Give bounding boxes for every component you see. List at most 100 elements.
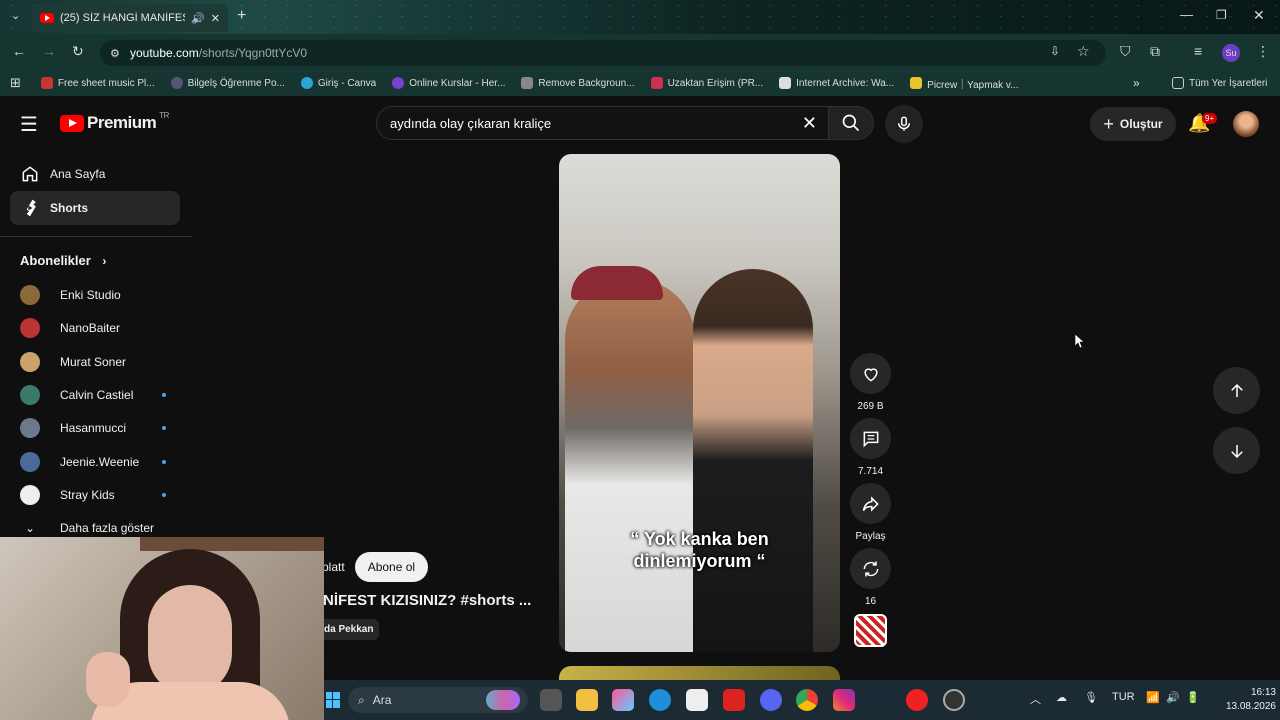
next-short-button[interactable] — [1213, 427, 1260, 474]
subscription-name: Hasanmucci — [60, 421, 127, 436]
short-channel-row: platt Abone ol — [322, 552, 429, 582]
lingo-app-icon[interactable] — [723, 689, 745, 711]
bookmark-item[interactable]: Picrew｜Yapmak v... — [910, 76, 1018, 91]
clear-search-icon[interactable]: ✕ — [802, 113, 817, 134]
sidebar-item-shorts[interactable]: Shorts — [10, 191, 180, 225]
channel-avatar — [20, 351, 40, 372]
bookmark-item[interactable]: Online Kurslar - Her... — [392, 77, 505, 89]
comment-action[interactable]: 7.714 — [850, 418, 891, 477]
sound-chip[interactable]: da Pekkan — [318, 619, 380, 640]
site-info-icon[interactable]: ⚙ — [110, 47, 120, 60]
extensions-puzzle-icon[interactable]: ⧉ — [1150, 43, 1160, 60]
steam-icon[interactable] — [870, 689, 892, 711]
like-action[interactable]: 269 B — [850, 353, 891, 412]
apps-grid-icon[interactable]: ⊞ — [10, 75, 21, 91]
onedrive-icon[interactable]: ☁ — [1056, 691, 1067, 704]
subscription-item[interactable]: Hasanmucci — [20, 415, 170, 441]
channel-name[interactable]: platt — [322, 560, 345, 574]
channel-avatar — [20, 484, 40, 505]
obs-icon[interactable] — [943, 689, 965, 711]
subscribe-button[interactable]: Abone ol — [354, 552, 429, 582]
copilot-icon[interactable] — [612, 689, 634, 711]
reload-icon[interactable]: ↻ — [72, 43, 84, 60]
wifi-icon[interactable]: 📶 — [1146, 691, 1160, 704]
profile-avatar[interactable]: Su — [1222, 44, 1240, 62]
share-action[interactable]: Paylaş — [850, 483, 891, 542]
taskbar-search[interactable]: ⌕ Ara — [348, 687, 528, 713]
create-button[interactable]: + Oluştur — [1090, 107, 1176, 141]
remix-action[interactable]: 16 — [850, 548, 891, 607]
taskbar-clock[interactable]: 16:13 13.08.2026 — [1216, 686, 1276, 714]
youtube-music-icon[interactable] — [906, 689, 928, 711]
edge-icon[interactable] — [649, 689, 671, 711]
bookmark-item[interactable]: Remove Backgroun... — [521, 77, 635, 89]
remix-button[interactable] — [850, 548, 891, 589]
hamburger-menu-icon[interactable]: ☰ — [20, 112, 38, 137]
account-avatar[interactable] — [1233, 111, 1259, 137]
back-icon[interactable]: ← — [12, 43, 26, 59]
store-icon[interactable] — [686, 689, 708, 711]
subscription-item[interactable]: Murat Soner — [20, 349, 170, 375]
install-app-icon[interactable]: ⇩ — [1050, 44, 1060, 58]
subscription-item[interactable]: NanoBaiter — [20, 315, 170, 341]
bookmark-item[interactable]: Bilgelş Öğrenme Po... — [170, 77, 285, 89]
bookmark-item[interactable]: Giriş - Canva — [300, 77, 376, 89]
search-input[interactable]: aydında olay çıkaran kraliçe ✕ — [376, 106, 830, 140]
speaker-icon[interactable]: 🔊 — [191, 12, 205, 25]
chrome-icon[interactable] — [796, 689, 818, 711]
bookmark-star-icon[interactable]: ☆ — [1077, 43, 1090, 60]
tab-search-chevron-icon[interactable]: ⌄ — [11, 9, 20, 22]
voice-search-button[interactable] — [885, 105, 923, 143]
previous-short-button[interactable] — [1213, 367, 1260, 414]
share-button[interactable] — [850, 483, 891, 524]
bookmark-item[interactable]: Internet Archive: Wa... — [779, 77, 894, 89]
discord-icon[interactable] — [760, 689, 782, 711]
instagram-icon[interactable] — [833, 689, 855, 711]
sound-thumbnail[interactable] — [854, 614, 887, 647]
close-tab-icon[interactable]: ✕ — [211, 12, 220, 25]
browser-tab-active[interactable]: (25) SİZ HANGİ MANİFEST 🔊 ✕ — [32, 4, 228, 32]
minimize-icon[interactable]: — — [1180, 7, 1193, 22]
archive-icon — [779, 77, 792, 89]
file-explorer-icon[interactable] — [576, 689, 598, 711]
subscription-item[interactable]: Stray Kids — [20, 482, 170, 508]
new-content-dot — [162, 459, 166, 464]
battery-icon[interactable]: 🔋 — [1186, 691, 1200, 704]
subscription-item[interactable]: Calvin Castiel — [20, 382, 170, 408]
subscription-item[interactable]: Enki Studio — [20, 282, 170, 308]
close-window-icon[interactable]: ✕ — [1253, 7, 1265, 24]
sidebar-item-home[interactable]: Ana Sayfa — [10, 157, 180, 191]
media-control-icon[interactable]: ≡ — [1194, 43, 1202, 59]
more-bookmarks-icon[interactable]: » — [1133, 76, 1140, 90]
arrow-up-icon — [1230, 383, 1243, 397]
comment-count: 7.714 — [857, 466, 884, 477]
short-title[interactable]: NİFEST KIZISINIZ? #shorts ... — [323, 592, 531, 609]
task-view-icon[interactable] — [540, 689, 562, 711]
bookmark-item[interactable]: Free sheet music Pl... — [40, 77, 155, 89]
search-highlight-icon — [486, 690, 520, 710]
like-button[interactable] — [850, 353, 891, 394]
comments-button[interactable] — [850, 418, 891, 459]
sidebar-divider — [0, 236, 192, 237]
address-bar[interactable]: ⚙ youtube.com/shorts/Yqgn0ttYcV0 — [100, 40, 1106, 66]
keyboard-language[interactable]: TUR — [1112, 691, 1135, 703]
maximize-icon[interactable]: ❐ — [1216, 8, 1227, 22]
search-button[interactable] — [828, 106, 874, 140]
all-bookmarks[interactable]: Tüm Yer İşaretleri — [1172, 77, 1267, 89]
youtube-logo[interactable]: Premium TR — [60, 111, 169, 133]
subscriptions-header[interactable]: Abonelikler › — [20, 253, 106, 268]
subscription-item[interactable]: Jeenie.Weenie — [20, 449, 170, 475]
share-icon — [862, 495, 879, 512]
short-video-player[interactable]: “ Yok kanka ben dinlemiyorum “ — [559, 154, 840, 652]
new-tab-icon[interactable]: + — [237, 7, 246, 25]
extension-shield-icon[interactable]: ⛉ — [1120, 43, 1131, 60]
volume-icon[interactable]: 🔊 — [1166, 691, 1180, 704]
bookmark-item[interactable]: Uzaktan Erişim (PR... — [650, 77, 763, 89]
windows-start-icon[interactable] — [326, 692, 340, 708]
tray-overflow-icon[interactable]: ︿ — [1030, 691, 1041, 707]
forward-icon[interactable]: → — [42, 43, 56, 59]
tray-microphone-icon[interactable]: 🎙 — [1084, 691, 1098, 704]
chrome-menu-icon[interactable]: ⋮ — [1256, 43, 1270, 60]
mouse-cursor-icon — [1075, 334, 1085, 348]
url-host: youtube.com — [130, 46, 199, 60]
